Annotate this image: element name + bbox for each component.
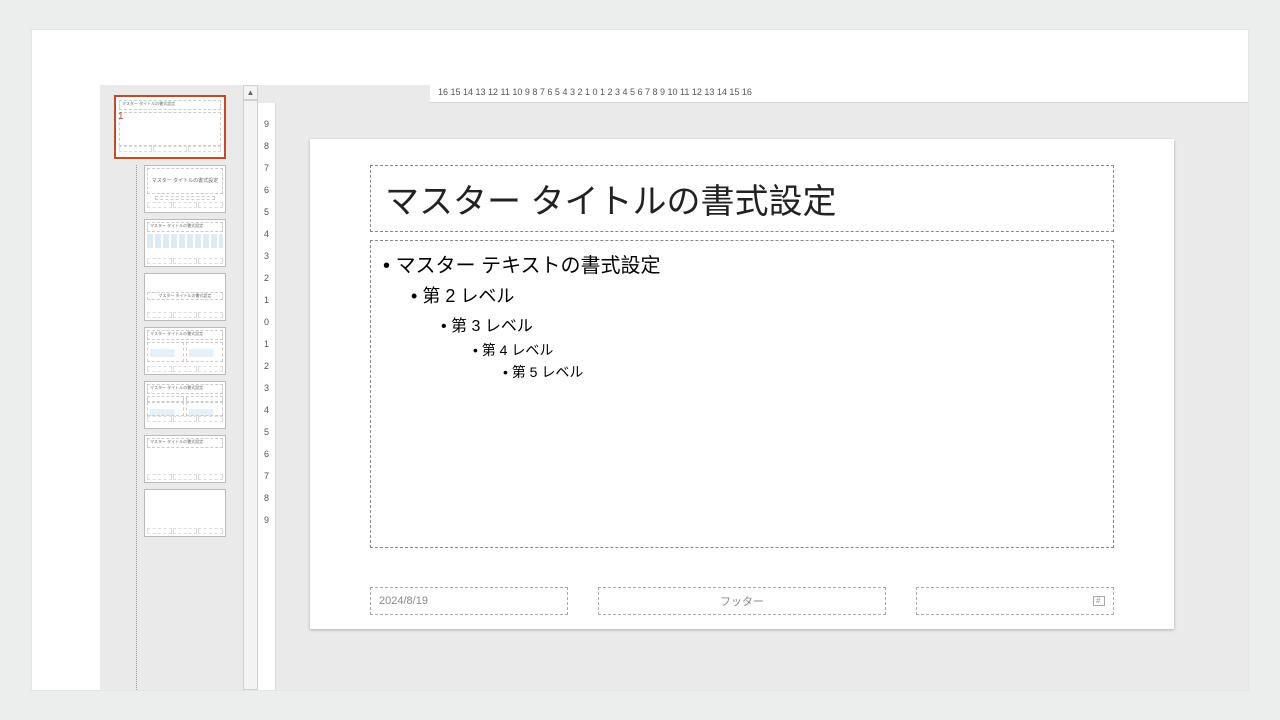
layout-thumbnail-title-content[interactable]: マスター タイトルの書式設定 xyxy=(144,219,226,267)
layout-thumbnail-blank[interactable] xyxy=(144,489,226,537)
footer-text: フッター xyxy=(720,593,764,609)
workspace: ▲ マスター タイトルの書式設定 マスター タイトルの書式設定 マスター タイト… xyxy=(100,85,1248,690)
slide-master-editor: ▲ マスター タイトルの書式設定 マスター タイトルの書式設定 マスター タイト… xyxy=(32,30,1248,690)
slide-number-icon xyxy=(1093,596,1105,606)
scrollbar-track[interactable] xyxy=(243,100,258,690)
layout-thumbnail-two-content[interactable]: マスター タイトルの書式設定 xyxy=(144,327,226,375)
content-placeholder-icon xyxy=(147,234,223,248)
thumb-title: マスター タイトルの書式設定 xyxy=(147,168,223,194)
body-level-1: マスター テキストの書式設定 xyxy=(383,249,1101,278)
body-level-3: 第 3 レベル xyxy=(441,312,1101,336)
body-level-5: 第 5 レベル xyxy=(503,362,1101,382)
thumb-master-title: マスター タイトルの書式設定 xyxy=(119,100,221,110)
h-ruler-ticks: 16 15 14 13 12 11 10 9 8 7 6 5 4 3 2 1 0… xyxy=(438,87,752,97)
thumbnail-list: マスター タイトルの書式設定 マスター タイトルの書式設定 マスター タイトルの… xyxy=(100,95,240,537)
editor-area: 16 15 14 13 12 11 10 9 8 7 6 5 4 3 2 1 0… xyxy=(258,85,1248,690)
horizontal-ruler[interactable]: 16 15 14 13 12 11 10 9 8 7 6 5 4 3 2 1 0… xyxy=(430,85,1248,103)
title-text: マスター タイトルの書式設定 xyxy=(385,174,1099,223)
slide-number-placeholder[interactable] xyxy=(916,587,1114,615)
thumbnail-panel: ▲ マスター タイトルの書式設定 マスター タイトルの書式設定 マスター タイト… xyxy=(100,85,258,690)
title-placeholder[interactable]: マスター タイトルの書式設定 xyxy=(370,165,1114,232)
body-level-4: 第 4 レベル xyxy=(473,340,1101,360)
date-placeholder[interactable]: 2024/8/19 xyxy=(370,587,568,615)
layout-thumbnail-comparison[interactable]: マスター タイトルの書式設定 xyxy=(144,381,226,429)
slide-master-thumbnail[interactable]: マスター タイトルの書式設定 xyxy=(114,95,226,159)
slide-master-canvas[interactable]: マスター タイトルの書式設定 マスター テキストの書式設定 第 2 レベル 第 … xyxy=(310,139,1174,629)
thumb-master-body xyxy=(119,112,221,146)
layout-thumbnail-title-slide[interactable]: マスター タイトルの書式設定 xyxy=(144,165,226,213)
footer-placeholder[interactable]: フッター xyxy=(598,587,886,615)
date-text: 2024/8/19 xyxy=(379,595,428,607)
canvas-wrap: 9 8 7 6 5 4 3 2 1 0 1 2 3 4 5 6 7 xyxy=(258,103,1248,690)
body-level-2: 第 2 レベル xyxy=(411,282,1101,308)
vertical-ruler[interactable]: 9 8 7 6 5 4 3 2 1 0 1 2 3 4 5 6 7 xyxy=(258,103,276,690)
layout-thumbnail-title-only[interactable]: マスター タイトルの書式設定 xyxy=(144,435,226,483)
scroll-up-button[interactable]: ▲ xyxy=(243,85,258,100)
layout-thumbnail-section-header[interactable]: マスター タイトルの書式設定 xyxy=(144,273,226,321)
body-placeholder[interactable]: マスター テキストの書式設定 第 2 レベル 第 3 レベル 第 4 レベル 第… xyxy=(370,240,1114,548)
footer-placeholders: 2024/8/19 フッター xyxy=(370,587,1114,615)
